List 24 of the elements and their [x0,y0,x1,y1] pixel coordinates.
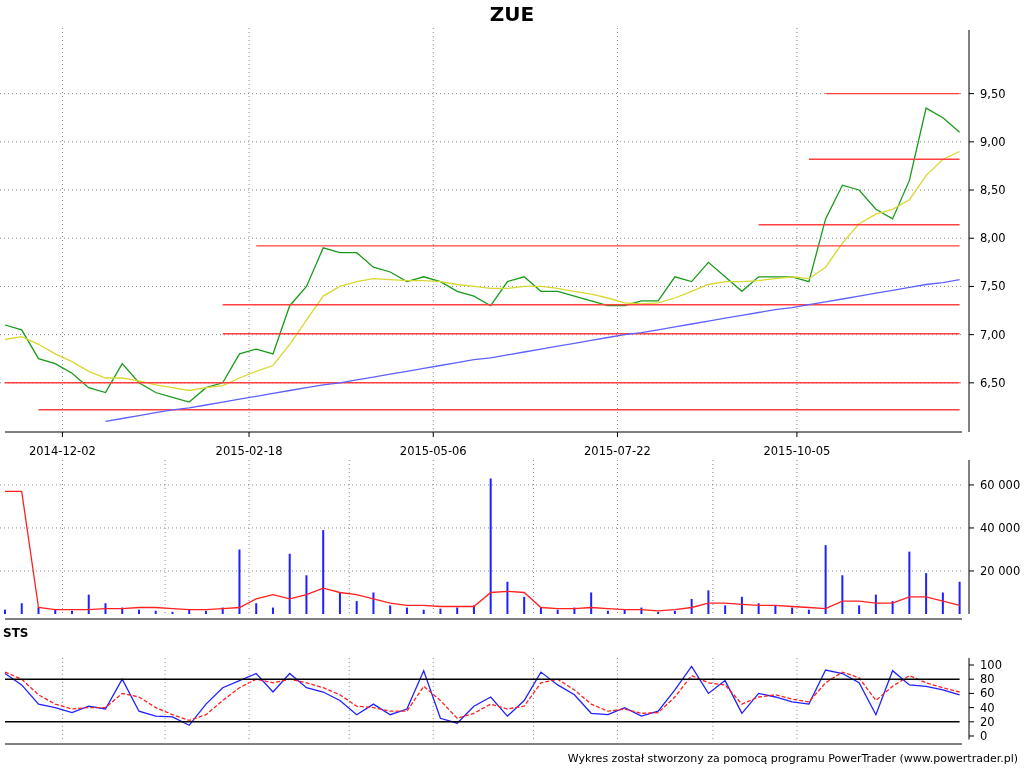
y-tick-label: 40 [980,700,995,715]
y-tick-label: 9,00 [980,134,1006,149]
x-tick-label: 2015-10-05 [763,444,831,458]
y-tick-label: 9,50 [980,86,1006,101]
y-tick-label: 40 000 [980,520,1021,535]
y-tick-label: 0 [980,729,988,743]
x-tick-label: 2015-02-18 [215,444,283,458]
footer-credit: Wykres został stworzony za pomocą programu PowerTrader (www.powertrader.pl) [567,751,1019,765]
y-tick-label: 20 000 [980,564,1021,578]
x-tick-label: 2014-12-02 [29,444,96,458]
y-tick-label: 8,50 [980,183,1006,198]
y-tick-label: 60 [980,686,995,701]
y-tick-label: 8,00 [980,231,1006,246]
y-tick-label: 60 000 [980,477,1021,492]
panel-label: STS [2,625,29,642]
y-tick-label: 20 [980,714,995,729]
y-tick-label: 80 [980,672,995,687]
y-tick-label: 7,00 [980,327,1006,342]
y-tick-label: 6,50 [980,375,1006,390]
chart-title: ZUE [489,1,535,28]
y-tick-label: 100 [980,658,1002,672]
y-tick-label: 7,50 [980,279,1006,294]
x-tick-label: 2015-07-22 [584,444,651,458]
x-tick-label: 2015-05-06 [399,444,467,458]
